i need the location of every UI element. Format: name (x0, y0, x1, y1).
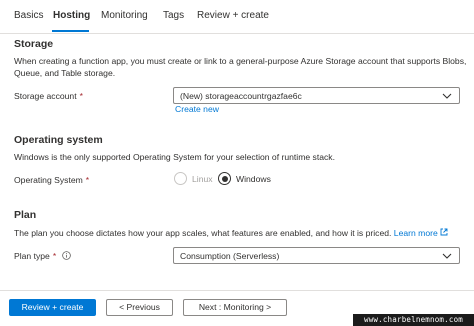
storage-account-label-text: Storage account (14, 91, 77, 101)
storage-account-value: (New) storageaccountrgazfae6c (180, 91, 302, 101)
next-monitoring-button[interactable]: Next : Monitoring > (183, 299, 287, 316)
tab-monitoring[interactable]: Monitoring (101, 10, 148, 21)
required-mark: * (52, 251, 57, 261)
storage-account-dropdown[interactable]: (New) storageaccountrgazfae6c (173, 87, 460, 104)
os-section-title: Operating system (14, 134, 103, 146)
plan-description: The plan you choose dictates how your ap… (14, 227, 448, 239)
review-create-button[interactable]: Review + create (9, 299, 96, 316)
learn-more-label: Learn more (393, 228, 438, 238)
previous-button[interactable]: < Previous (106, 299, 173, 316)
chevron-down-icon (442, 93, 452, 99)
plan-type-dropdown[interactable]: Consumption (Serverless) (173, 247, 460, 264)
radio-linux[interactable] (174, 172, 187, 185)
os-label: Operating System * (14, 175, 89, 185)
tab-basics[interactable]: Basics (14, 10, 43, 21)
tab-bar: Basics Hosting Monitoring Tags Review + … (0, 0, 474, 34)
radio-windows-label: Windows (236, 174, 271, 184)
plan-description-text: The plan you choose dictates how your ap… (14, 228, 392, 238)
external-link-icon (440, 228, 448, 236)
storage-account-label: Storage account * (14, 91, 83, 101)
plan-type-label: Plan type * (14, 251, 56, 261)
plan-type-value: Consumption (Serverless) (180, 251, 280, 261)
required-mark: * (85, 175, 90, 185)
storage-description-line1: When creating a function app, you must c… (14, 56, 467, 66)
watermark: www.charbelnemnom.com (353, 314, 474, 326)
learn-more-link[interactable]: Learn more (394, 228, 448, 238)
os-description: Windows is the only supported Operating … (14, 152, 335, 162)
plan-section-title: Plan (14, 209, 37, 221)
active-tab-indicator (52, 30, 89, 32)
info-icon[interactable] (62, 251, 71, 260)
chevron-down-icon (442, 253, 452, 259)
plan-type-label-text: Plan type (14, 251, 50, 261)
required-mark: * (79, 91, 83, 101)
storage-section-title: Storage (14, 38, 54, 50)
tab-tags[interactable]: Tags (163, 10, 184, 21)
tab-hosting[interactable]: Hosting (53, 10, 90, 21)
create-new-link[interactable]: Create new (175, 104, 219, 114)
radio-linux-label: Linux (192, 174, 213, 184)
os-label-text: Operating System (14, 175, 83, 185)
tab-review-create[interactable]: Review + create (197, 10, 269, 21)
storage-description-line2: Queue, and Table storage. (14, 68, 116, 78)
radio-selected-dot (221, 175, 228, 182)
radio-windows[interactable] (218, 172, 231, 185)
